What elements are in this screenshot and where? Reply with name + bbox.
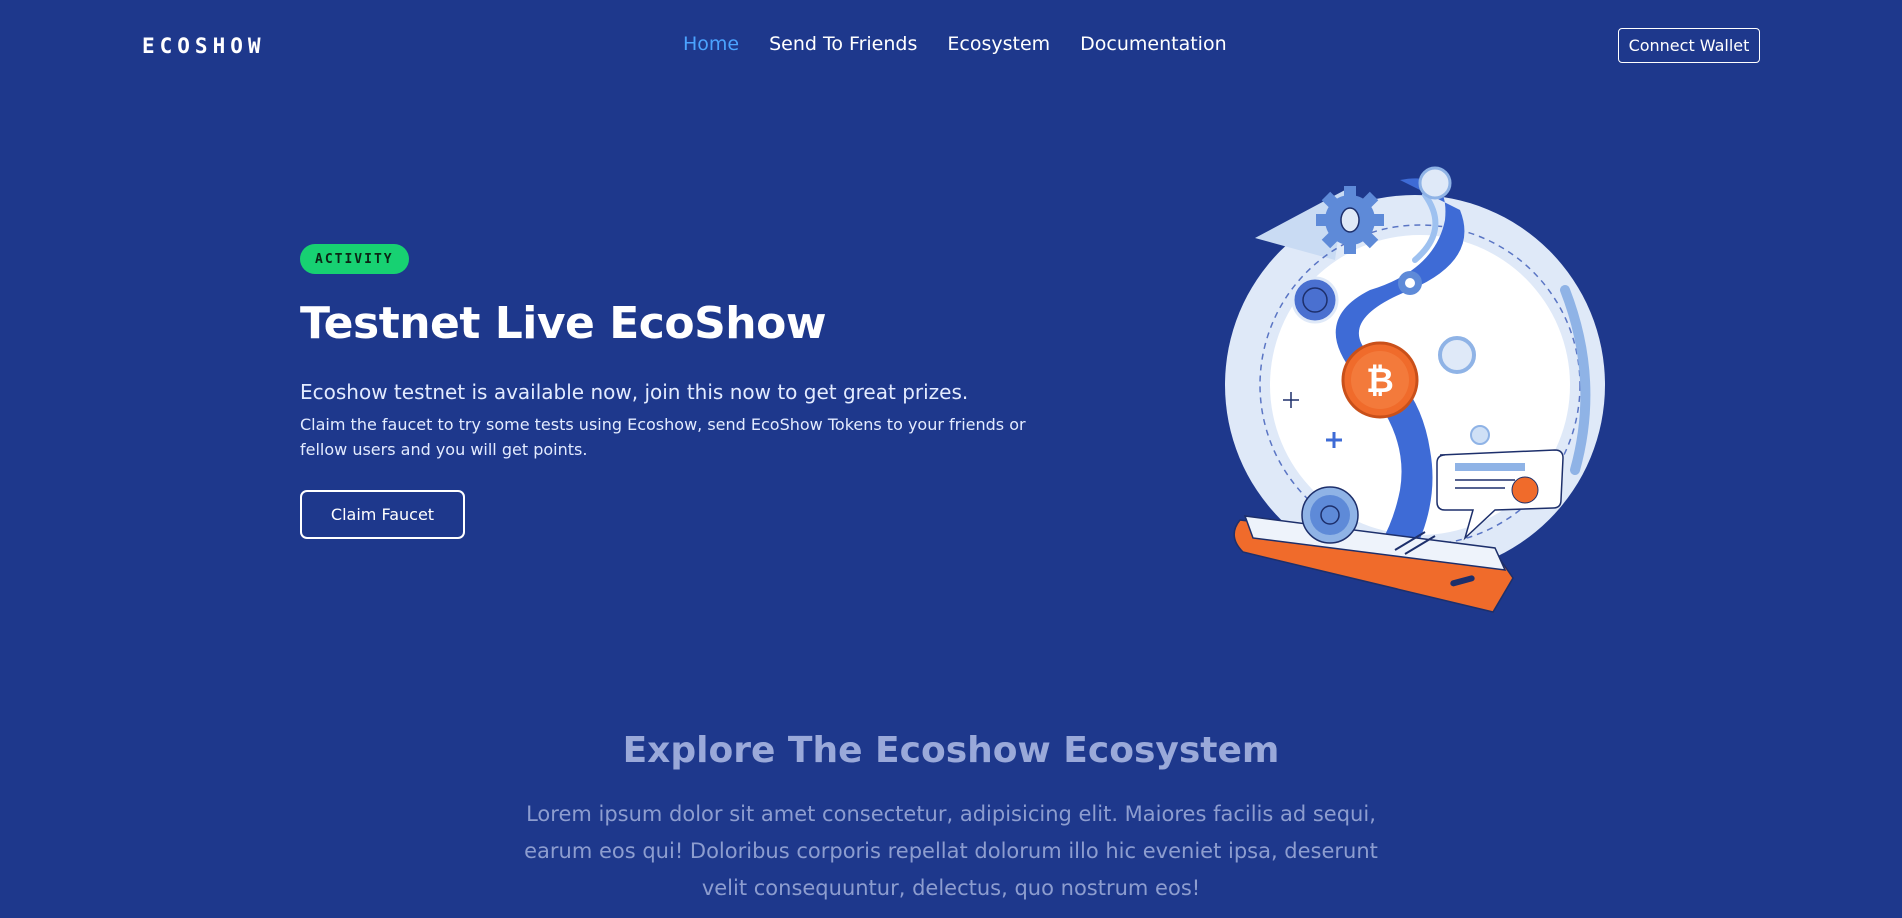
phone-coin-icon xyxy=(1301,486,1359,544)
page: ECOSHOW Home Send To Friends Ecosystem D… xyxy=(0,0,1902,918)
nav-ecosystem[interactable]: Ecosystem xyxy=(947,33,1050,55)
small-dot xyxy=(1470,425,1490,445)
right-coin-icon xyxy=(1438,336,1476,374)
connect-wallet-button[interactable]: Connect Wallet xyxy=(1618,28,1760,63)
explore-description: Lorem ipsum dolor sit amet consectetur, … xyxy=(524,802,1378,900)
claim-faucet-button[interactable]: Claim Faucet xyxy=(300,490,465,539)
hero-description: Claim the faucet to try some tests using… xyxy=(300,415,1026,459)
activity-badge: ACTIVITY xyxy=(300,244,409,274)
nav-documentation[interactable]: Documentation xyxy=(1080,33,1226,55)
small-gear-icon xyxy=(1398,271,1422,295)
top-coin-icon xyxy=(1418,166,1452,200)
explore-title: Explore The Ecoshow Ecosystem xyxy=(622,730,1280,771)
crypto-illustration: ₿ xyxy=(1225,166,1605,613)
hero-title: Testnet Live EcoShow xyxy=(300,298,826,349)
bitcoin-coin-icon: ₿ xyxy=(1341,341,1419,419)
hero-subtitle: Ecoshow testnet is available now, join t… xyxy=(300,380,969,404)
nav-send-to-friends[interactable]: Send To Friends xyxy=(769,33,917,55)
main-nav: Home Send To Friends Ecosystem Documenta… xyxy=(683,33,1227,55)
svg-text:₿: ₿ xyxy=(1366,361,1394,401)
logo[interactable]: ECOSHOW xyxy=(142,34,266,58)
nav-home[interactable]: Home xyxy=(683,33,739,55)
left-coin-icon xyxy=(1291,276,1339,324)
gear-icon xyxy=(1316,186,1384,254)
